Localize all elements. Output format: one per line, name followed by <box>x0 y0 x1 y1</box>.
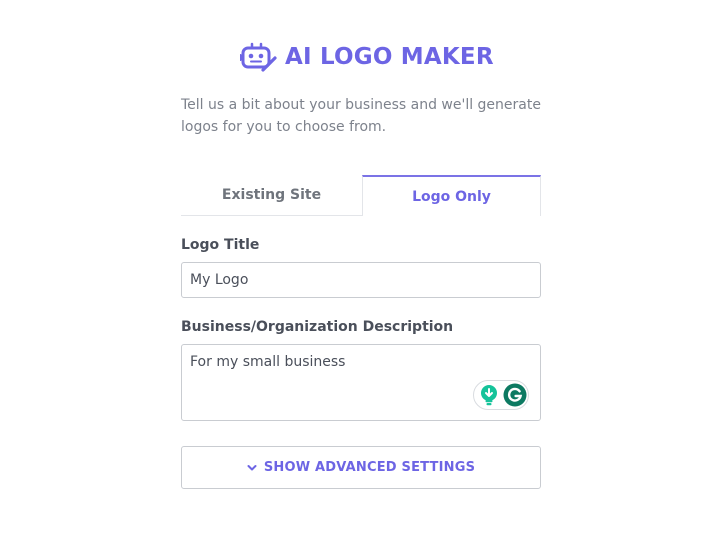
logo-title-label: Logo Title <box>181 237 260 253</box>
tab-logo-only[interactable]: Logo Only <box>362 175 541 216</box>
intro-text: Tell us a bit about your business and we… <box>181 97 541 135</box>
app-title: AI LOGO MAKER <box>285 44 494 70</box>
mode-tabs: Existing Site Logo Only <box>181 175 541 216</box>
advanced-settings-label: SHOW ADVANCED SETTINGS <box>263 460 476 475</box>
tab-existing-site[interactable]: Existing Site <box>181 175 362 216</box>
grammarly-widget[interactable] <box>473 380 529 410</box>
description-label: Business/Organization Description <box>181 319 454 335</box>
chevron-down-icon <box>247 464 257 470</box>
lightbulb-icon[interactable] <box>479 384 499 406</box>
grammarly-icon[interactable] <box>503 383 527 407</box>
logo-title-input[interactable] <box>181 262 541 298</box>
app-header: AI LOGO MAKER <box>240 40 494 74</box>
robot-pencil-icon <box>240 42 277 72</box>
show-advanced-settings-button[interactable]: SHOW ADVANCED SETTINGS <box>181 446 541 489</box>
